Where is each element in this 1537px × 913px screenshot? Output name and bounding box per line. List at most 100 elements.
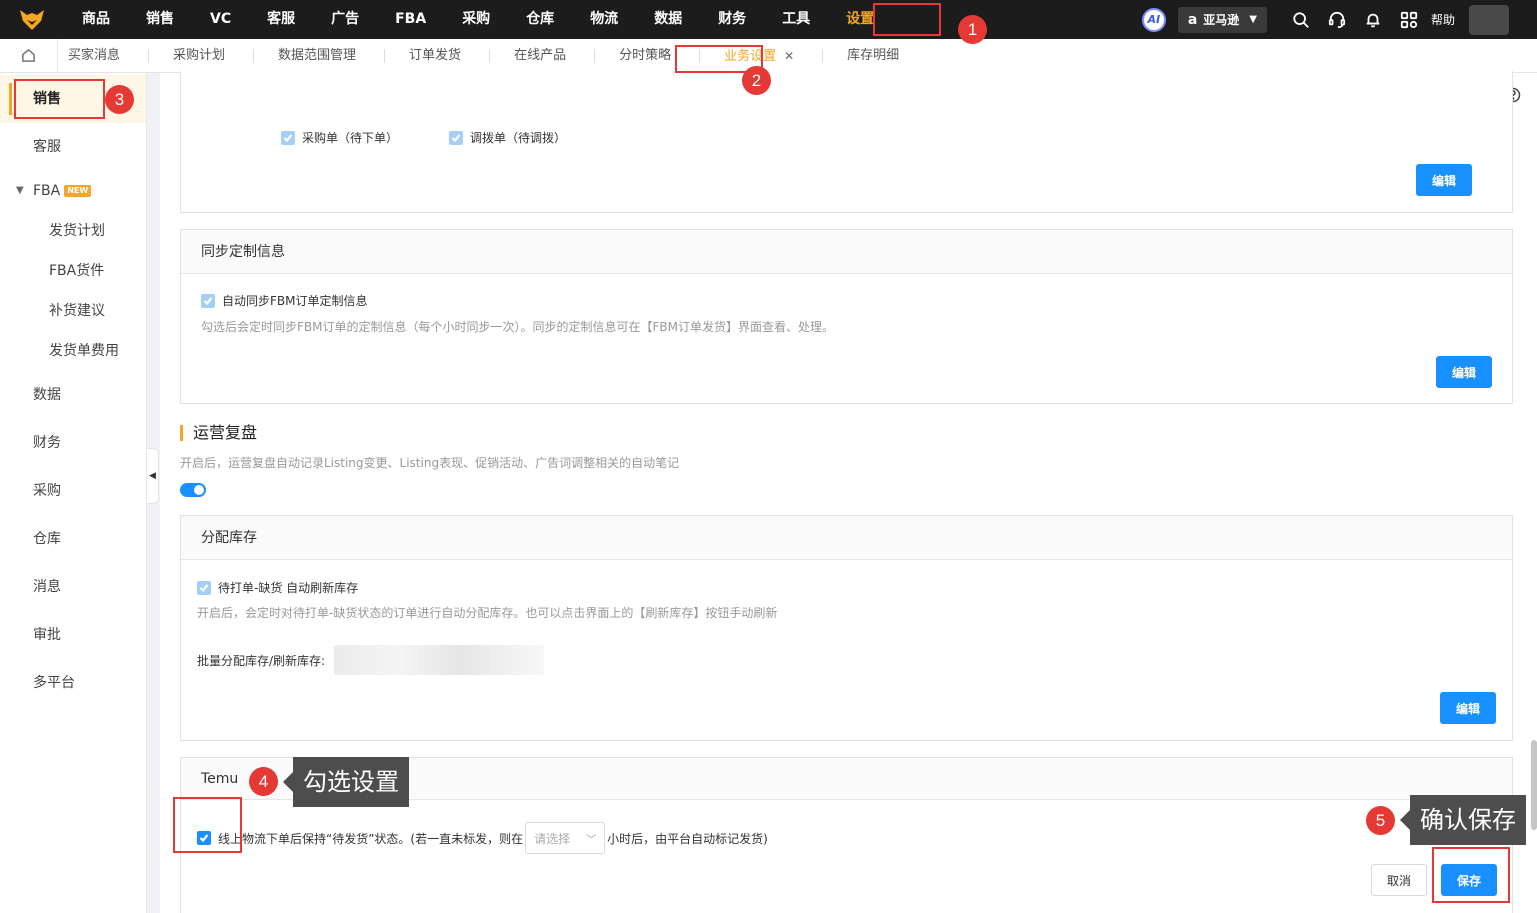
- sidebar-item[interactable]: 多平台: [0, 659, 146, 707]
- platform-selector[interactable]: a 亚马逊 ▼: [1177, 6, 1267, 33]
- page-tabs: 买家消息 采购计划 数据范围管理 订单发货 在线产品 分时策略 业务设置 ✕ 库存明细: [0, 38, 1537, 73]
- sidebar-item[interactable]: 客服: [0, 123, 146, 171]
- top-nav-item[interactable]: 工具: [764, 0, 828, 39]
- home-tab[interactable]: [0, 38, 58, 73]
- hours-select[interactable]: 请选择 ﹀: [525, 822, 606, 854]
- sidebar-label: 客服: [33, 139, 61, 155]
- checkbox-icon: [201, 293, 215, 308]
- sidebar-subitem[interactable]: FBA货件: [0, 251, 146, 291]
- save-button[interactable]: 保存: [1441, 864, 1497, 896]
- headset-icon: [1328, 11, 1346, 28]
- keep-pending-ship-checkbox[interactable]: 线上物流下单后保持“待发货”状态。(若一直未标发，则在 请选择 ﹀ 小时后，由平…: [197, 822, 768, 854]
- edit-button[interactable]: 编辑: [1440, 692, 1496, 724]
- sidebar-label: 销售: [33, 91, 61, 107]
- batch-allocate-value-blurred: [334, 645, 544, 675]
- sidebar-collapse-button[interactable]: ◀: [147, 448, 159, 504]
- top-nav-item[interactable]: 设置: [828, 0, 892, 39]
- sidebar-item[interactable]: 审批: [0, 611, 146, 659]
- top-nav-item[interactable]: 客服: [249, 0, 313, 39]
- batch-allocate-label: 批量分配库存/刷新库存:: [197, 654, 326, 668]
- sidebar-subitem[interactable]: 发货单费用: [0, 331, 146, 371]
- top-nav-item[interactable]: 销售: [128, 0, 192, 39]
- sidebar-label: FBA货件: [49, 263, 105, 279]
- annotation-badge-2: 2: [742, 66, 771, 95]
- top-nav-item[interactable]: VC: [192, 0, 249, 39]
- tab-item[interactable]: 采购计划: [163, 39, 235, 73]
- edit-button[interactable]: 编辑: [1416, 164, 1472, 196]
- tab-label: 采购计划: [173, 47, 226, 63]
- tab-label: 订单发货: [409, 47, 462, 63]
- help-link[interactable]: 帮助: [1431, 11, 1455, 28]
- top-nav-item[interactable]: 物流: [572, 0, 636, 39]
- sidebar-subitem[interactable]: 补货建议: [0, 291, 146, 331]
- tab-item[interactable]: 数据范围管理: [268, 39, 366, 73]
- tab-separator: [594, 48, 596, 63]
- annotation-badge-3: 3: [105, 85, 134, 114]
- sidebar-item[interactable]: 采购: [0, 467, 146, 515]
- platform-label: 亚马逊: [1203, 13, 1240, 27]
- sidebar-label: 数据: [33, 387, 61, 403]
- cancel-button[interactable]: 取消: [1371, 864, 1427, 896]
- purchase-order-label: 采购单（待下单）: [302, 131, 399, 145]
- tab-label: 数据范围管理: [278, 47, 357, 63]
- sidebar-item[interactable]: 消息: [0, 563, 146, 611]
- auto-sync-fbm-checkbox[interactable]: 自动同步FBM订单定制信息: [201, 292, 368, 309]
- sidebar-item[interactable]: 财务: [0, 419, 146, 467]
- sidebar-label: 财务: [33, 435, 61, 451]
- close-icon[interactable]: ✕: [784, 49, 794, 63]
- apps-button[interactable]: [1391, 0, 1427, 39]
- auto-sync-fbm-label: 自动同步FBM订单定制信息: [222, 294, 368, 308]
- operation-review-toggle[interactable]: [180, 483, 206, 497]
- sidebar-label: 多平台: [33, 675, 75, 691]
- top-nav-item[interactable]: 仓库: [508, 0, 572, 39]
- scrollbar-thumb[interactable]: [1531, 740, 1537, 830]
- amazon-icon: a: [1187, 11, 1198, 28]
- checkbox-icon: [197, 580, 211, 595]
- notifications-button[interactable]: [1355, 0, 1391, 39]
- tab-item[interactable]: 在线产品: [504, 39, 576, 73]
- card-title: 分配库存: [181, 516, 1512, 560]
- allocate-stock-hint: 开启后，会定时对待打单-缺货状态的订单进行自动分配库存。也可以点击界面上的【刷新…: [197, 606, 778, 620]
- top-nav-item[interactable]: FBA: [377, 0, 444, 39]
- sidebar-subitem[interactable]: 发货计划: [0, 211, 146, 251]
- sidebar-label: FBA: [33, 183, 61, 199]
- transfer-order-checkbox[interactable]: 调拨单（待调拨）: [449, 129, 566, 146]
- purchase-order-checkbox[interactable]: 采购单（待下单）: [281, 129, 398, 146]
- tab-separator: [148, 48, 150, 63]
- checkbox-icon: [281, 130, 295, 145]
- user-avatar[interactable]: [1469, 4, 1509, 35]
- bell-icon: [1366, 13, 1380, 27]
- allocate-stock-card: 分配库存 待打单-缺货 自动刷新库存 开启后，会定时对待打单-缺货状态的订单进行…: [180, 515, 1513, 741]
- top-nav-item[interactable]: 商品: [64, 0, 128, 39]
- sidebar-label: 发货单费用: [49, 343, 119, 359]
- tab-label: 业务设置: [724, 48, 777, 64]
- sidebar-group[interactable]: ▼ FBA NEW: [0, 171, 146, 211]
- top-nav-item[interactable]: 财务: [700, 0, 764, 39]
- chevron-down-icon: ﹀: [586, 834, 597, 846]
- chevron-left-icon: ◀: [149, 471, 156, 481]
- keep-pending-ship-suffix: 小时后，由平台自动标记发货): [607, 831, 768, 846]
- operation-review-hint: 开启后，运营复盘自动记录Listing变更、Listing表现、促销活动、广告词…: [180, 456, 680, 470]
- annotation-badge-4: 4: [249, 767, 278, 796]
- tab-label: 买家消息: [68, 47, 121, 63]
- search-button[interactable]: [1283, 0, 1319, 39]
- app-logo[interactable]: [0, 0, 64, 39]
- top-nav-item[interactable]: 数据: [636, 0, 700, 39]
- tab-item[interactable]: 买家消息: [58, 39, 130, 73]
- ai-assistant-button[interactable]: AI: [1141, 7, 1166, 32]
- top-nav-item[interactable]: 广告: [313, 0, 377, 39]
- top-nav-item[interactable]: 采购: [444, 0, 508, 39]
- sidebar-item[interactable]: 数据: [0, 371, 146, 419]
- sidebar-item[interactable]: 仓库: [0, 515, 146, 563]
- edit-button[interactable]: 编辑: [1436, 356, 1492, 388]
- sidebar: 销售客服 ▼ FBA NEW 发货计划 FBA货件补货建议发货单费用数据财务采购 仓库 消息审…: [0, 73, 147, 913]
- hours-select-placeholder: 请选择: [534, 831, 571, 846]
- tab-item[interactable]: 订单发货: [399, 39, 471, 73]
- tab-item[interactable]: 分时策略: [609, 39, 681, 73]
- auto-refresh-stock-checkbox[interactable]: 待打单-缺货 自动刷新库存: [197, 579, 358, 596]
- keep-pending-ship-label: 线上物流下单后保持“待发货”状态。(若一直未标发，则在: [218, 831, 524, 846]
- support-button[interactable]: [1319, 0, 1355, 39]
- auto-refresh-stock-label: 待打单-缺货 自动刷新库存: [218, 581, 359, 595]
- tab-item[interactable]: 库存明细: [837, 39, 909, 73]
- tab-separator: [253, 48, 255, 63]
